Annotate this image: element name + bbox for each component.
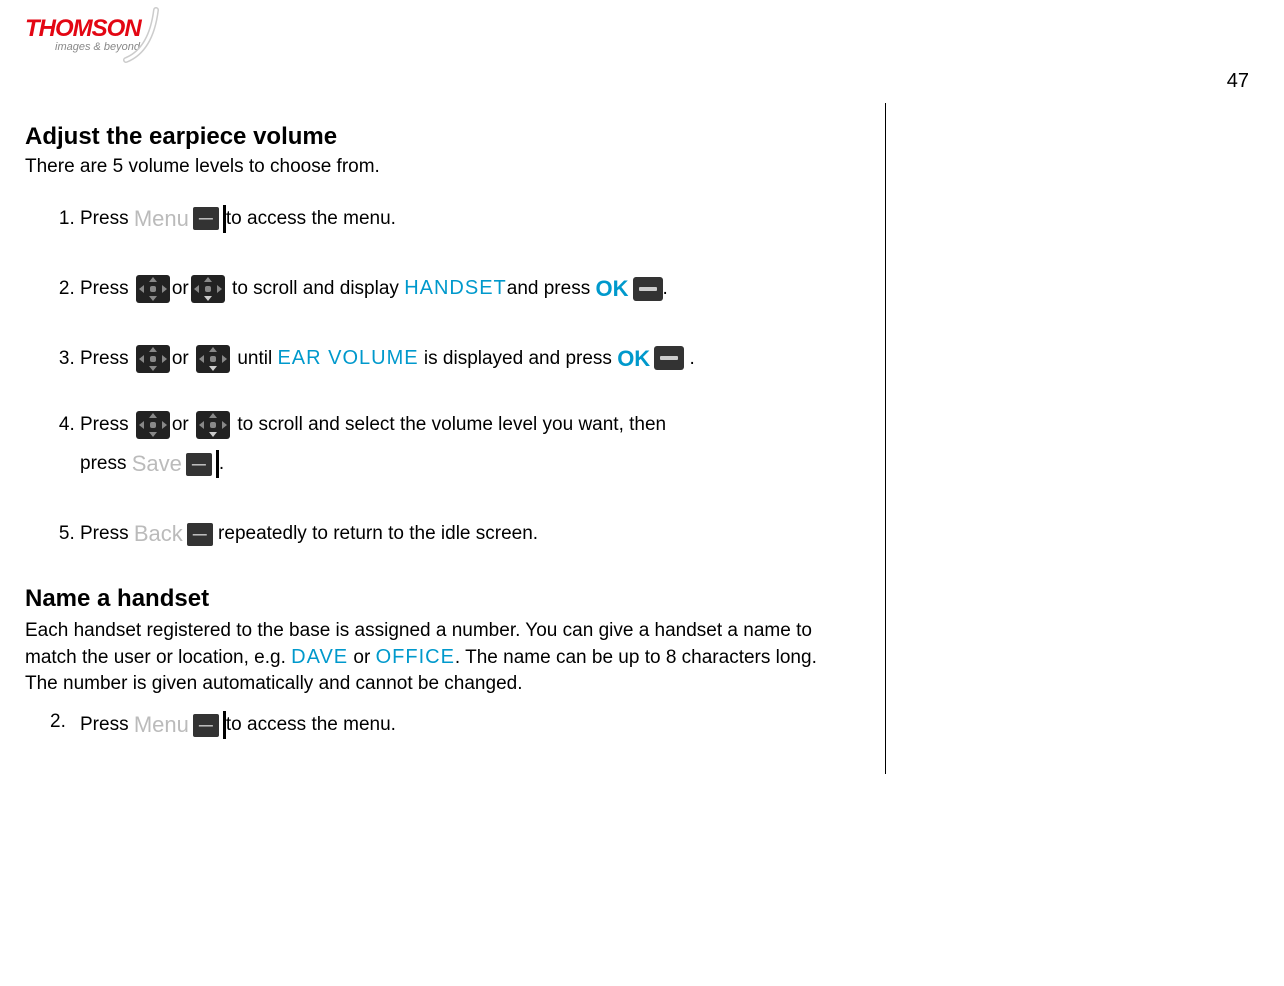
nav-down-icon <box>136 345 170 373</box>
step-2: Press or to scroll and display HANDSETan… <box>80 268 835 310</box>
softkey-button-icon <box>187 523 213 546</box>
steps-list-volume: Press Menu to access the menu. Press or … <box>25 198 835 555</box>
main-column: Adjust the earpiece volume There are 5 v… <box>25 103 886 774</box>
softkey-button-icon <box>186 453 212 476</box>
step-3: Press or until EAR VOLUME is displayed a… <box>80 338 835 380</box>
back-softkey-icon: Back <box>134 513 213 555</box>
section-heading-adjust-volume: Adjust the earpiece volume <box>25 123 835 151</box>
logo-curve-icon <box>121 5 171 65</box>
nav-down-icon <box>136 275 170 303</box>
step-2-name-handset: Press Menu to access the menu. <box>80 704 835 746</box>
keyword-office: OFFICE <box>376 646 455 668</box>
nav-up-icon <box>196 345 230 373</box>
keyword-dave: DAVE <box>291 646 348 668</box>
menu-softkey-icon: Menu <box>134 198 226 240</box>
page-header: THOMSON images & beyond 47 <box>0 0 1284 103</box>
steps-list-name-handset: Press Menu to access the menu. <box>25 704 835 746</box>
keyword-handset: HANDSET <box>404 277 507 299</box>
section-intro: There are 5 volume levels to choose from… <box>25 156 835 178</box>
step-5: Press Back repeatedly to return to the i… <box>80 513 835 555</box>
softkey-button-icon <box>193 207 219 230</box>
page-number: 47 <box>1227 15 1259 93</box>
name-handset-description: Each handset registered to the base is a… <box>25 618 835 696</box>
section-heading-name-handset: Name a handset <box>25 585 835 613</box>
nav-down-icon <box>136 411 170 439</box>
step-1: Press Menu to access the menu. <box>80 198 835 240</box>
content-wrapper: Adjust the earpiece volume There are 5 v… <box>0 103 1284 774</box>
save-softkey-icon: Save <box>132 443 219 485</box>
softkey-button-icon <box>193 714 219 737</box>
step-4: Press or to scroll and select the volume… <box>80 407 835 485</box>
ok-button-icon: OK <box>596 268 663 310</box>
ok-button-icon: OK <box>617 338 684 380</box>
brand-logo: THOMSON images & beyond <box>25 15 141 53</box>
menu-softkey-icon: Menu <box>134 704 226 746</box>
nav-up-icon <box>196 411 230 439</box>
nav-up-icon <box>191 275 225 303</box>
keyword-ear-volume: EAR VOLUME <box>277 347 418 369</box>
